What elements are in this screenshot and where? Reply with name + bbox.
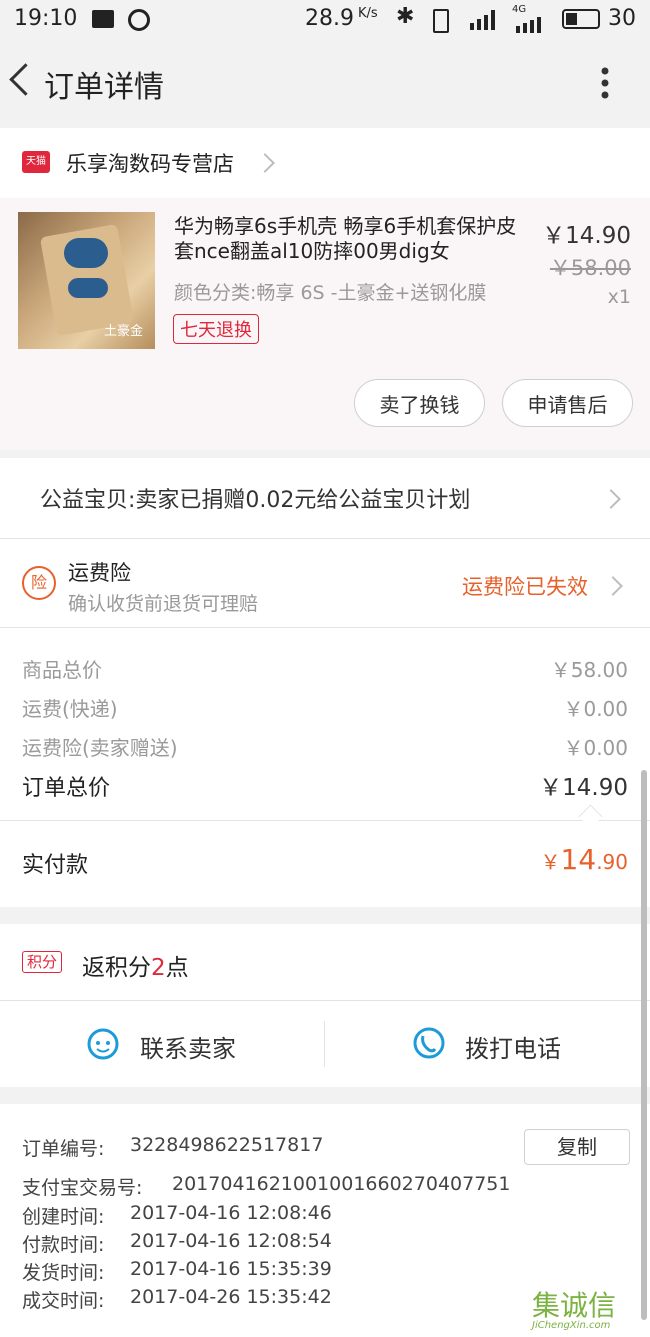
product-thumbnail[interactable]: 土豪金 [18, 212, 155, 349]
copy-button[interactable]: 复制 [524, 1129, 630, 1165]
paid-row: 实付款 ￥14.90 [0, 821, 650, 907]
vibrate-icon [433, 9, 449, 33]
back-icon[interactable] [9, 63, 42, 96]
insurance-status: 运费险已失效 [462, 575, 588, 599]
info-label: 付款时间: [22, 1234, 105, 1256]
charity-row[interactable]: 公益宝贝:卖家已捐赠0.02元给公益宝贝计划 [0, 458, 650, 538]
insurance-subtitle: 确认收货前退货可理赔 [68, 593, 259, 615]
fee-value: ￥58.00 [550, 658, 628, 682]
fee-value: ￥0.00 [563, 736, 628, 760]
battery-icon [562, 9, 600, 29]
info-label: 成交时间: [22, 1290, 105, 1312]
net-speed-unit: K/s [358, 6, 378, 21]
points-badge: 积分 [22, 951, 63, 973]
paid-decimal: .90 [596, 850, 628, 874]
original-price: ￥58.00 [549, 256, 631, 280]
fee-label: 商品总价 [22, 658, 102, 682]
signal-4g-icon [514, 14, 548, 33]
store-row[interactable]: 天猫 乐享淘数码专营店 [0, 128, 650, 198]
more-icon[interactable] [600, 66, 610, 102]
points-text: 返积分2点 [82, 948, 189, 982]
completed-time: 2017-04-26 15:35:42 [130, 1286, 332, 1308]
chat-face-icon [86, 1026, 120, 1060]
created-time: 2017-04-16 12:08:46 [130, 1202, 332, 1224]
insurance-icon: 险 [22, 566, 56, 600]
store-name: 乐享淘数码专营店 [66, 152, 234, 176]
product-price: ￥14.90 [542, 223, 631, 249]
fee-label: 运费(快递) [22, 697, 118, 721]
call-phone-label: 拨打电话 [465, 1035, 561, 1063]
watermark-brand: 集诚信 [532, 1289, 617, 1322]
charity-text: 公益宝贝:卖家已捐赠0.02元给公益宝贝计划 [40, 488, 471, 513]
paid-label: 实付款 [22, 853, 89, 878]
call-phone-button[interactable]: 拨打电话 [325, 1001, 650, 1087]
points-row: 积分 返积分2点 [0, 924, 650, 1000]
info-label: 创建时间: [22, 1206, 105, 1228]
contact-seller-button[interactable]: 联系卖家 [0, 1001, 324, 1087]
chevron-right-icon [255, 153, 275, 173]
info-label: 订单编号: [22, 1138, 105, 1160]
points-suffix: 点 [165, 955, 189, 981]
phone-icon [412, 1026, 446, 1060]
order-number: 3228498622517817 [130, 1134, 324, 1156]
sync-icon [128, 9, 150, 31]
insurance-title: 运费险 [68, 561, 131, 585]
order-total-value: ￥14.90 [539, 775, 628, 801]
signal-icon [468, 8, 500, 30]
contact-bar: 联系卖家 拨打电话 [0, 1001, 650, 1087]
watermark-url: JiChengXin.com [532, 1320, 611, 1331]
paid-currency: ￥ [540, 850, 561, 874]
points-prefix: 返积分 [82, 955, 151, 981]
product-card[interactable]: 土豪金 华为畅享6s手机壳 畅享6手机套保护皮套nce翻盖al10防摔00男di… [0, 198, 650, 450]
return-tag: 七天退换 [173, 314, 259, 344]
fees-section: 商品总价 ￥58.00 运费(快递) ￥0.00 运费险(卖家赠送) ￥0.00… [0, 628, 650, 820]
net-speed: 28.9 [305, 6, 354, 31]
chevron-right-icon [601, 489, 621, 509]
product-variant: 颜色分类:畅享 6S -土豪金+送钢化膜 [174, 282, 487, 304]
image-icon [92, 10, 114, 28]
watermark: 集诚信 JiChengXin.com [530, 1284, 648, 1334]
sell-button[interactable]: 卖了换钱 [354, 379, 485, 427]
contact-seller-label: 联系卖家 [140, 1035, 236, 1063]
paid-time: 2017-04-16 12:08:54 [130, 1230, 332, 1252]
product-title: 华为畅享6s手机壳 畅享6手机套保护皮套nce翻盖al10防摔00男dig女 [174, 214, 517, 263]
status-bar: 19:10 28.9 K/s ✱ 4G 30 [0, 0, 650, 40]
nav-bar: 订单详情 [0, 40, 650, 128]
clock: 19:10 [14, 6, 78, 31]
info-label: 支付宝交易号: [22, 1177, 143, 1199]
fee-value: ￥0.00 [563, 697, 628, 721]
paid-amount: ￥14.90 [541, 843, 628, 876]
chevron-right-icon [603, 576, 623, 596]
page-title: 订单详情 [44, 70, 164, 105]
order-total-label: 订单总价 [22, 776, 111, 801]
alipay-number: 2017041621001001660270407751 [172, 1173, 511, 1195]
bluetooth-icon: ✱ [396, 4, 415, 29]
scrollbar[interactable] [641, 770, 647, 1320]
shipped-time: 2017-04-16 15:35:39 [130, 1258, 332, 1280]
tmall-badge: 天猫 [22, 151, 50, 173]
insurance-row[interactable]: 险 运费险 确认收货前退货可理赔 运费险已失效 [0, 539, 650, 627]
battery-level: 30 [608, 6, 636, 31]
paid-integer: 14 [560, 843, 597, 876]
points-count: 2 [151, 955, 166, 981]
quantity: x1 [607, 286, 631, 308]
fee-label: 运费险(卖家赠送) [22, 736, 178, 760]
info-label: 发货时间: [22, 1262, 105, 1284]
aftersale-button[interactable]: 申请售后 [502, 379, 633, 427]
thumb-label: 土豪金 [104, 324, 144, 339]
